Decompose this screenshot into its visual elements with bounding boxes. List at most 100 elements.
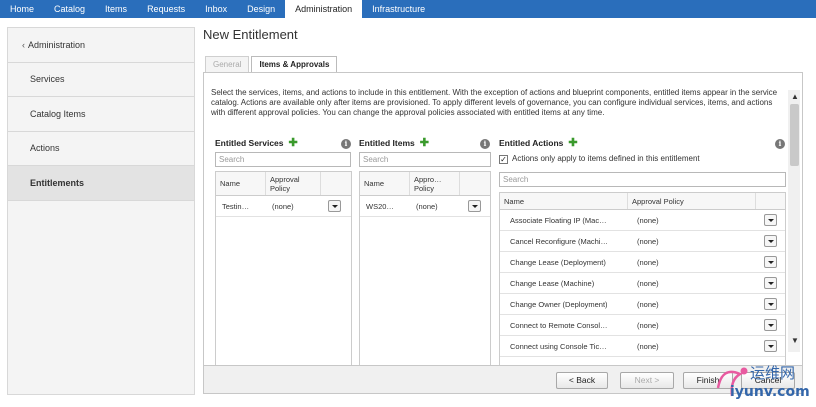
page-title: New Entitlement	[203, 27, 298, 42]
actions-only-checkbox[interactable]: ✓	[499, 155, 508, 164]
top-nav: Home Catalog Items Requests Inbox Design…	[0, 0, 816, 18]
sidebar-item-actions[interactable]: Actions	[8, 132, 194, 166]
items-title-label: Entitled Items	[359, 138, 415, 148]
nav-tab-infrastructure[interactable]: Infrastructure	[362, 0, 435, 18]
info-icon[interactable]: i	[775, 139, 785, 149]
action-policy: (none)	[637, 236, 659, 246]
column-header-name[interactable]: Name	[500, 193, 628, 209]
intro-text: Select the services, items, and actions …	[211, 88, 778, 117]
nav-tab-catalog[interactable]: Catalog	[44, 0, 95, 18]
scrollbar-thumb[interactable]	[790, 104, 799, 166]
table-row[interactable]: Testin… (none)	[216, 196, 351, 217]
policy-dropdown-button[interactable]	[764, 256, 777, 268]
policy-dropdown-button[interactable]	[328, 200, 341, 212]
services-title: Entitled Services ✚	[215, 138, 298, 149]
sidebar-item-label: Administration	[28, 39, 86, 50]
tab-items-approvals[interactable]: Items & Approvals	[251, 56, 338, 73]
item-name: WS20…	[366, 201, 394, 211]
table-row[interactable]: Associate Floating IP (Mac… (none)	[500, 210, 785, 231]
sidebar-item-entitlements[interactable]: Entitlements	[8, 166, 194, 201]
action-policy: (none)	[637, 341, 659, 351]
tab-general[interactable]: General	[205, 56, 250, 72]
nav-tab-administration[interactable]: Administration	[285, 0, 363, 18]
services-grid-header: Name Approval Policy	[216, 172, 351, 196]
column-header-approval-policy[interactable]: Approval Policy	[628, 193, 756, 209]
table-row[interactable]: WS20… (none)	[360, 196, 490, 217]
actions-title: Entitled Actions ✚	[499, 138, 578, 149]
column-header-approval-policy[interactable]: Approval Policy	[266, 172, 321, 195]
action-name: Cancel Reconfigure (Machi…	[510, 236, 608, 246]
services-grid: Name Approval Policy Testin… (none)	[215, 171, 352, 365]
actions-only-label: Actions only apply to items defined in t…	[512, 154, 700, 163]
nav-tab-requests[interactable]: Requests	[137, 0, 195, 18]
items-title: Entitled Items ✚	[359, 138, 429, 149]
action-name: Change Lease (Deployment)	[510, 257, 606, 267]
actions-title-label: Entitled Actions	[499, 138, 564, 148]
entitlement-panel: Select the services, items, and actions …	[203, 72, 803, 366]
table-row[interactable]: Connect using Console Tic… (none)	[500, 336, 785, 357]
services-search-input[interactable]: Search	[215, 152, 351, 167]
policy-dropdown-button[interactable]	[764, 235, 777, 247]
scroll-up-arrow-icon[interactable]: ▲	[791, 92, 799, 101]
action-policy: (none)	[637, 215, 659, 225]
actions-grid: Name Approval Policy Associate Floating …	[499, 192, 786, 365]
action-policy: (none)	[637, 299, 659, 309]
table-row[interactable]: Cancel Reconfigure (Machi… (none)	[500, 231, 785, 252]
policy-dropdown-button[interactable]	[764, 214, 777, 226]
sidebar-item-label: Actions	[30, 143, 60, 154]
action-name: Connect to Remote Consol…	[510, 320, 608, 330]
nav-tab-items[interactable]: Items	[95, 0, 137, 18]
chevron-left-icon: ‹	[22, 39, 25, 50]
back-button[interactable]: < Back	[556, 372, 608, 389]
table-row[interactable]: Change Owner (Deployment) (none)	[500, 294, 785, 315]
action-name: Associate Floating IP (Mac…	[510, 215, 607, 225]
actions-grid-header: Name Approval Policy	[500, 193, 785, 210]
action-name: Change Lease (Machine)	[510, 278, 595, 288]
policy-dropdown-button[interactable]	[764, 298, 777, 310]
sidebar-item-label: Catalog Items	[30, 108, 86, 119]
items-grid: Name Appro… Policy WS20… (none)	[359, 171, 491, 365]
add-item-plus-icon[interactable]: ✚	[420, 138, 429, 149]
service-policy: (none)	[272, 201, 294, 211]
action-name: Change Owner (Deployment)	[510, 299, 608, 309]
policy-dropdown-button[interactable]	[468, 200, 481, 212]
column-header-blank	[321, 172, 351, 195]
table-row[interactable]: Change Lease (Machine) (none)	[500, 273, 785, 294]
watermark-logo: 运维网 iyunv.com	[708, 360, 816, 407]
column-header-blank	[460, 172, 490, 195]
sidebar-item-label: Entitlements	[30, 177, 85, 188]
action-policy: (none)	[637, 320, 659, 330]
policy-dropdown-button[interactable]	[764, 340, 777, 352]
subtabs: General Items & Approvals	[205, 56, 339, 73]
service-name: Testin…	[222, 201, 250, 211]
sidebar: ‹ Administration Services Catalog Items …	[7, 27, 195, 395]
column-header-blank	[756, 193, 785, 209]
sidebar-item-label: Services	[30, 74, 65, 85]
add-action-plus-icon[interactable]: ✚	[568, 138, 577, 149]
sidebar-item-catalog-items[interactable]: Catalog Items	[8, 97, 194, 132]
next-button[interactable]: Next >	[620, 372, 674, 389]
table-row[interactable]: Connect to Remote Consol… (none)	[500, 315, 785, 336]
column-header-name[interactable]: Name	[360, 172, 410, 195]
sidebar-item-administration[interactable]: ‹ Administration	[8, 28, 194, 63]
watermark-url: iyunv.com	[730, 384, 810, 400]
add-service-plus-icon[interactable]: ✚	[289, 138, 298, 149]
item-policy: (none)	[416, 201, 438, 211]
nav-tab-home[interactable]: Home	[0, 0, 44, 18]
scroll-down-arrow-icon[interactable]: ▼	[791, 336, 799, 345]
watermark-cn: 运维网	[750, 364, 796, 382]
action-name: Connect using Console Tic…	[510, 341, 607, 351]
actions-search-input[interactable]: Search	[499, 172, 786, 187]
info-icon[interactable]: i	[480, 139, 490, 149]
items-search-input[interactable]: Search	[359, 152, 491, 167]
nav-tab-inbox[interactable]: Inbox	[195, 0, 237, 18]
column-header-approval-policy[interactable]: Appro… Policy	[410, 172, 460, 195]
sidebar-item-services[interactable]: Services	[8, 63, 194, 97]
policy-dropdown-button[interactable]	[764, 319, 777, 331]
info-icon[interactable]: i	[341, 139, 351, 149]
action-policy: (none)	[637, 257, 659, 267]
table-row[interactable]: Change Lease (Deployment) (none)	[500, 252, 785, 273]
column-header-name[interactable]: Name	[216, 172, 266, 195]
nav-tab-design[interactable]: Design	[237, 0, 285, 18]
policy-dropdown-button[interactable]	[764, 277, 777, 289]
